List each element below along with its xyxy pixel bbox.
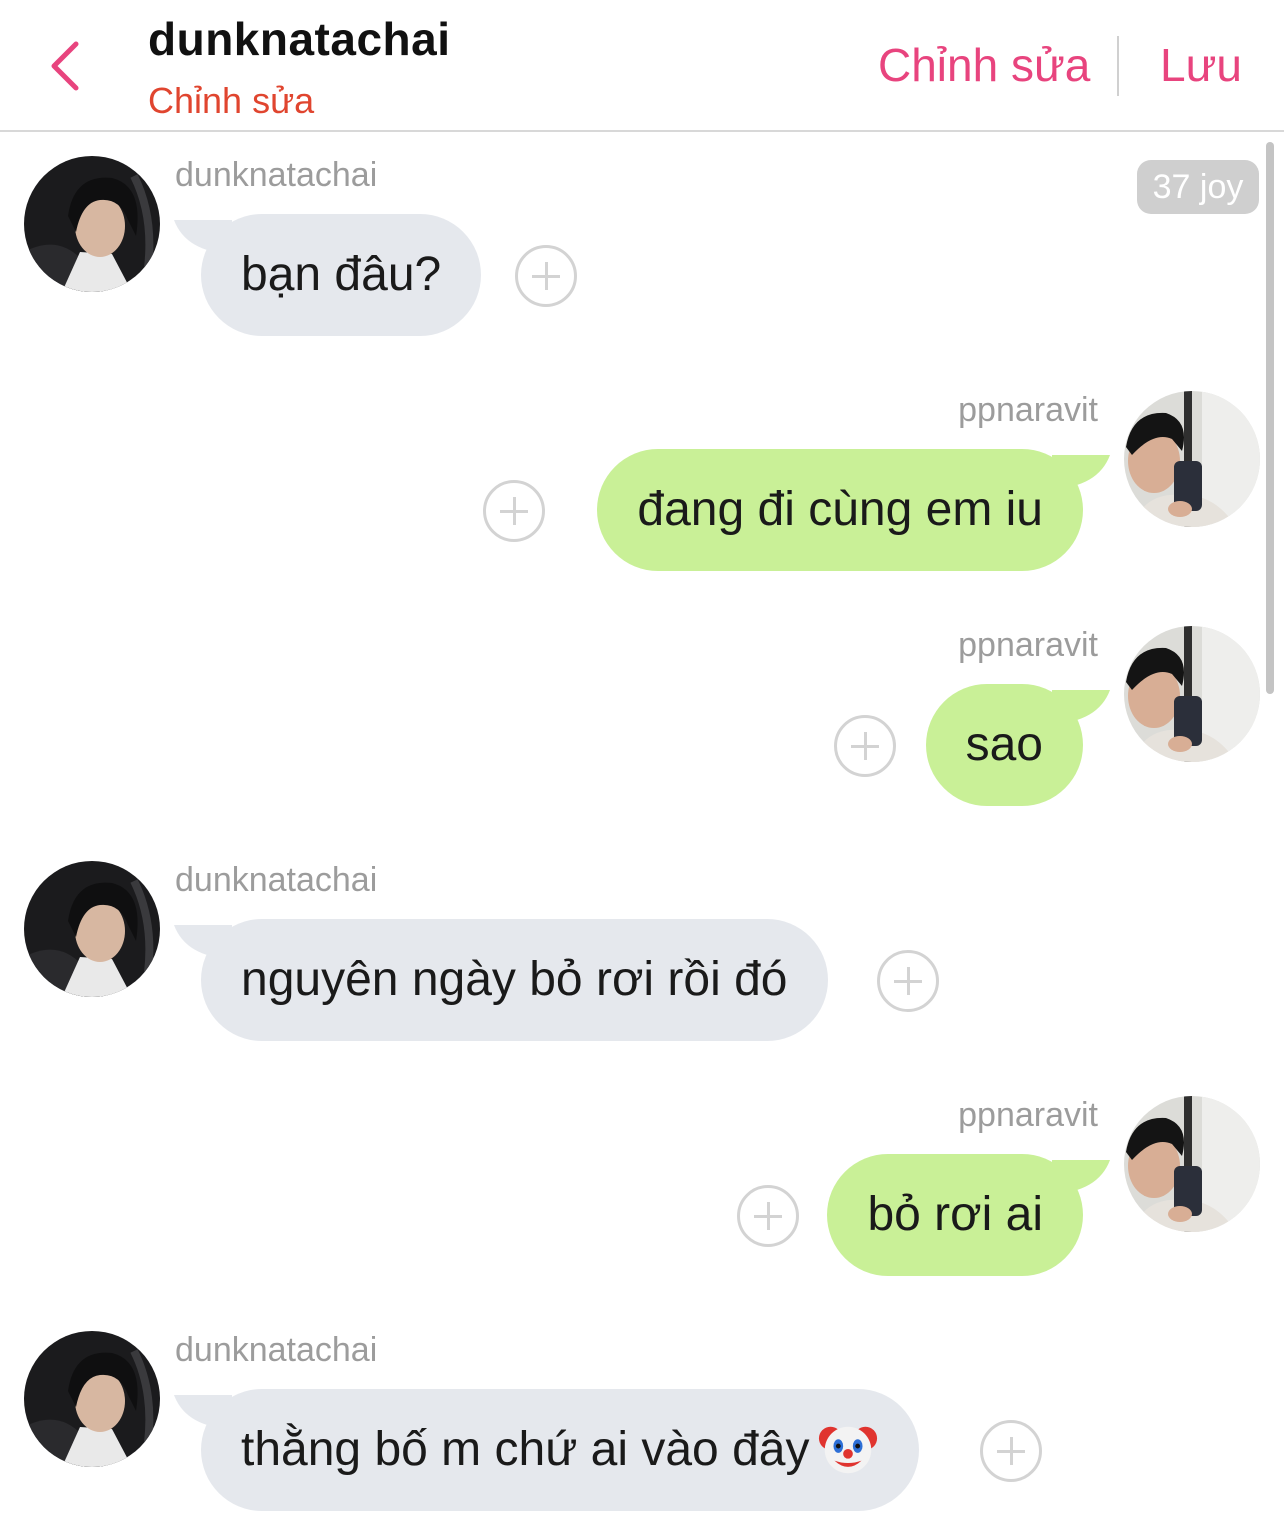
avatar[interactable] xyxy=(1124,626,1260,762)
page-title: dunknatachai xyxy=(148,13,451,65)
message-bubble[interactable]: bỏ rơi ai xyxy=(827,1154,1083,1276)
chevron-left-icon xyxy=(51,41,79,91)
sender-name: ppnaravit xyxy=(958,1096,1098,1134)
add-reaction-button[interactable] xyxy=(980,1420,1042,1482)
avatar[interactable] xyxy=(24,861,160,997)
message-bubble[interactable]: đang đi cùng em iu xyxy=(597,449,1083,571)
add-reaction-button[interactable] xyxy=(515,245,577,307)
message-text: bỏ rơi ai xyxy=(867,1188,1043,1241)
add-reaction-button[interactable] xyxy=(483,480,545,542)
message-text: đang đi cùng em iu xyxy=(637,483,1043,536)
avatar[interactable] xyxy=(1124,391,1260,527)
message-text: nguyên ngày bỏ rơi rồi đó xyxy=(241,953,788,1006)
edit-button[interactable]: Chỉnh sửa xyxy=(878,38,1090,92)
message-text: thằng bố m chứ ai vào đây xyxy=(241,1423,810,1476)
add-reaction-button[interactable] xyxy=(834,715,896,777)
header-divider xyxy=(1117,36,1119,96)
save-button[interactable]: Lưu xyxy=(1160,38,1242,92)
add-reaction-button[interactable] xyxy=(877,950,939,1012)
sender-name: ppnaravit xyxy=(958,391,1098,429)
message-bubble[interactable]: bạn đâu? xyxy=(201,214,482,336)
clown-face-icon xyxy=(817,1417,879,1479)
sender-name: ppnaravit xyxy=(958,626,1098,664)
scrollbar[interactable] xyxy=(1266,142,1274,694)
avatar[interactable] xyxy=(24,1331,160,1467)
sender-name: dunknatachai xyxy=(175,156,378,194)
message-text: bạn đâu? xyxy=(241,248,442,301)
message-bubble[interactable]: sao xyxy=(925,684,1083,806)
add-reaction-button[interactable] xyxy=(737,1185,799,1247)
sender-name: dunknatachai xyxy=(175,1331,378,1369)
message-text: sao xyxy=(965,718,1043,771)
nav-header: dunknatachai Chỉnh sửa Chỉnh sửa Lưu xyxy=(0,0,1284,132)
joy-count-badge: 37 joy xyxy=(1137,160,1259,214)
message-bubble[interactable]: nguyên ngày bỏ rơi rồi đó xyxy=(201,919,828,1041)
avatar[interactable] xyxy=(24,156,160,292)
sender-name: dunknatachai xyxy=(175,861,378,899)
message-bubble[interactable]: thằng bố m chứ ai vào đây xyxy=(201,1389,920,1511)
back-button[interactable] xyxy=(40,36,100,96)
page-subtitle: Chỉnh sửa xyxy=(148,80,315,121)
avatar[interactable] xyxy=(1124,1096,1260,1232)
